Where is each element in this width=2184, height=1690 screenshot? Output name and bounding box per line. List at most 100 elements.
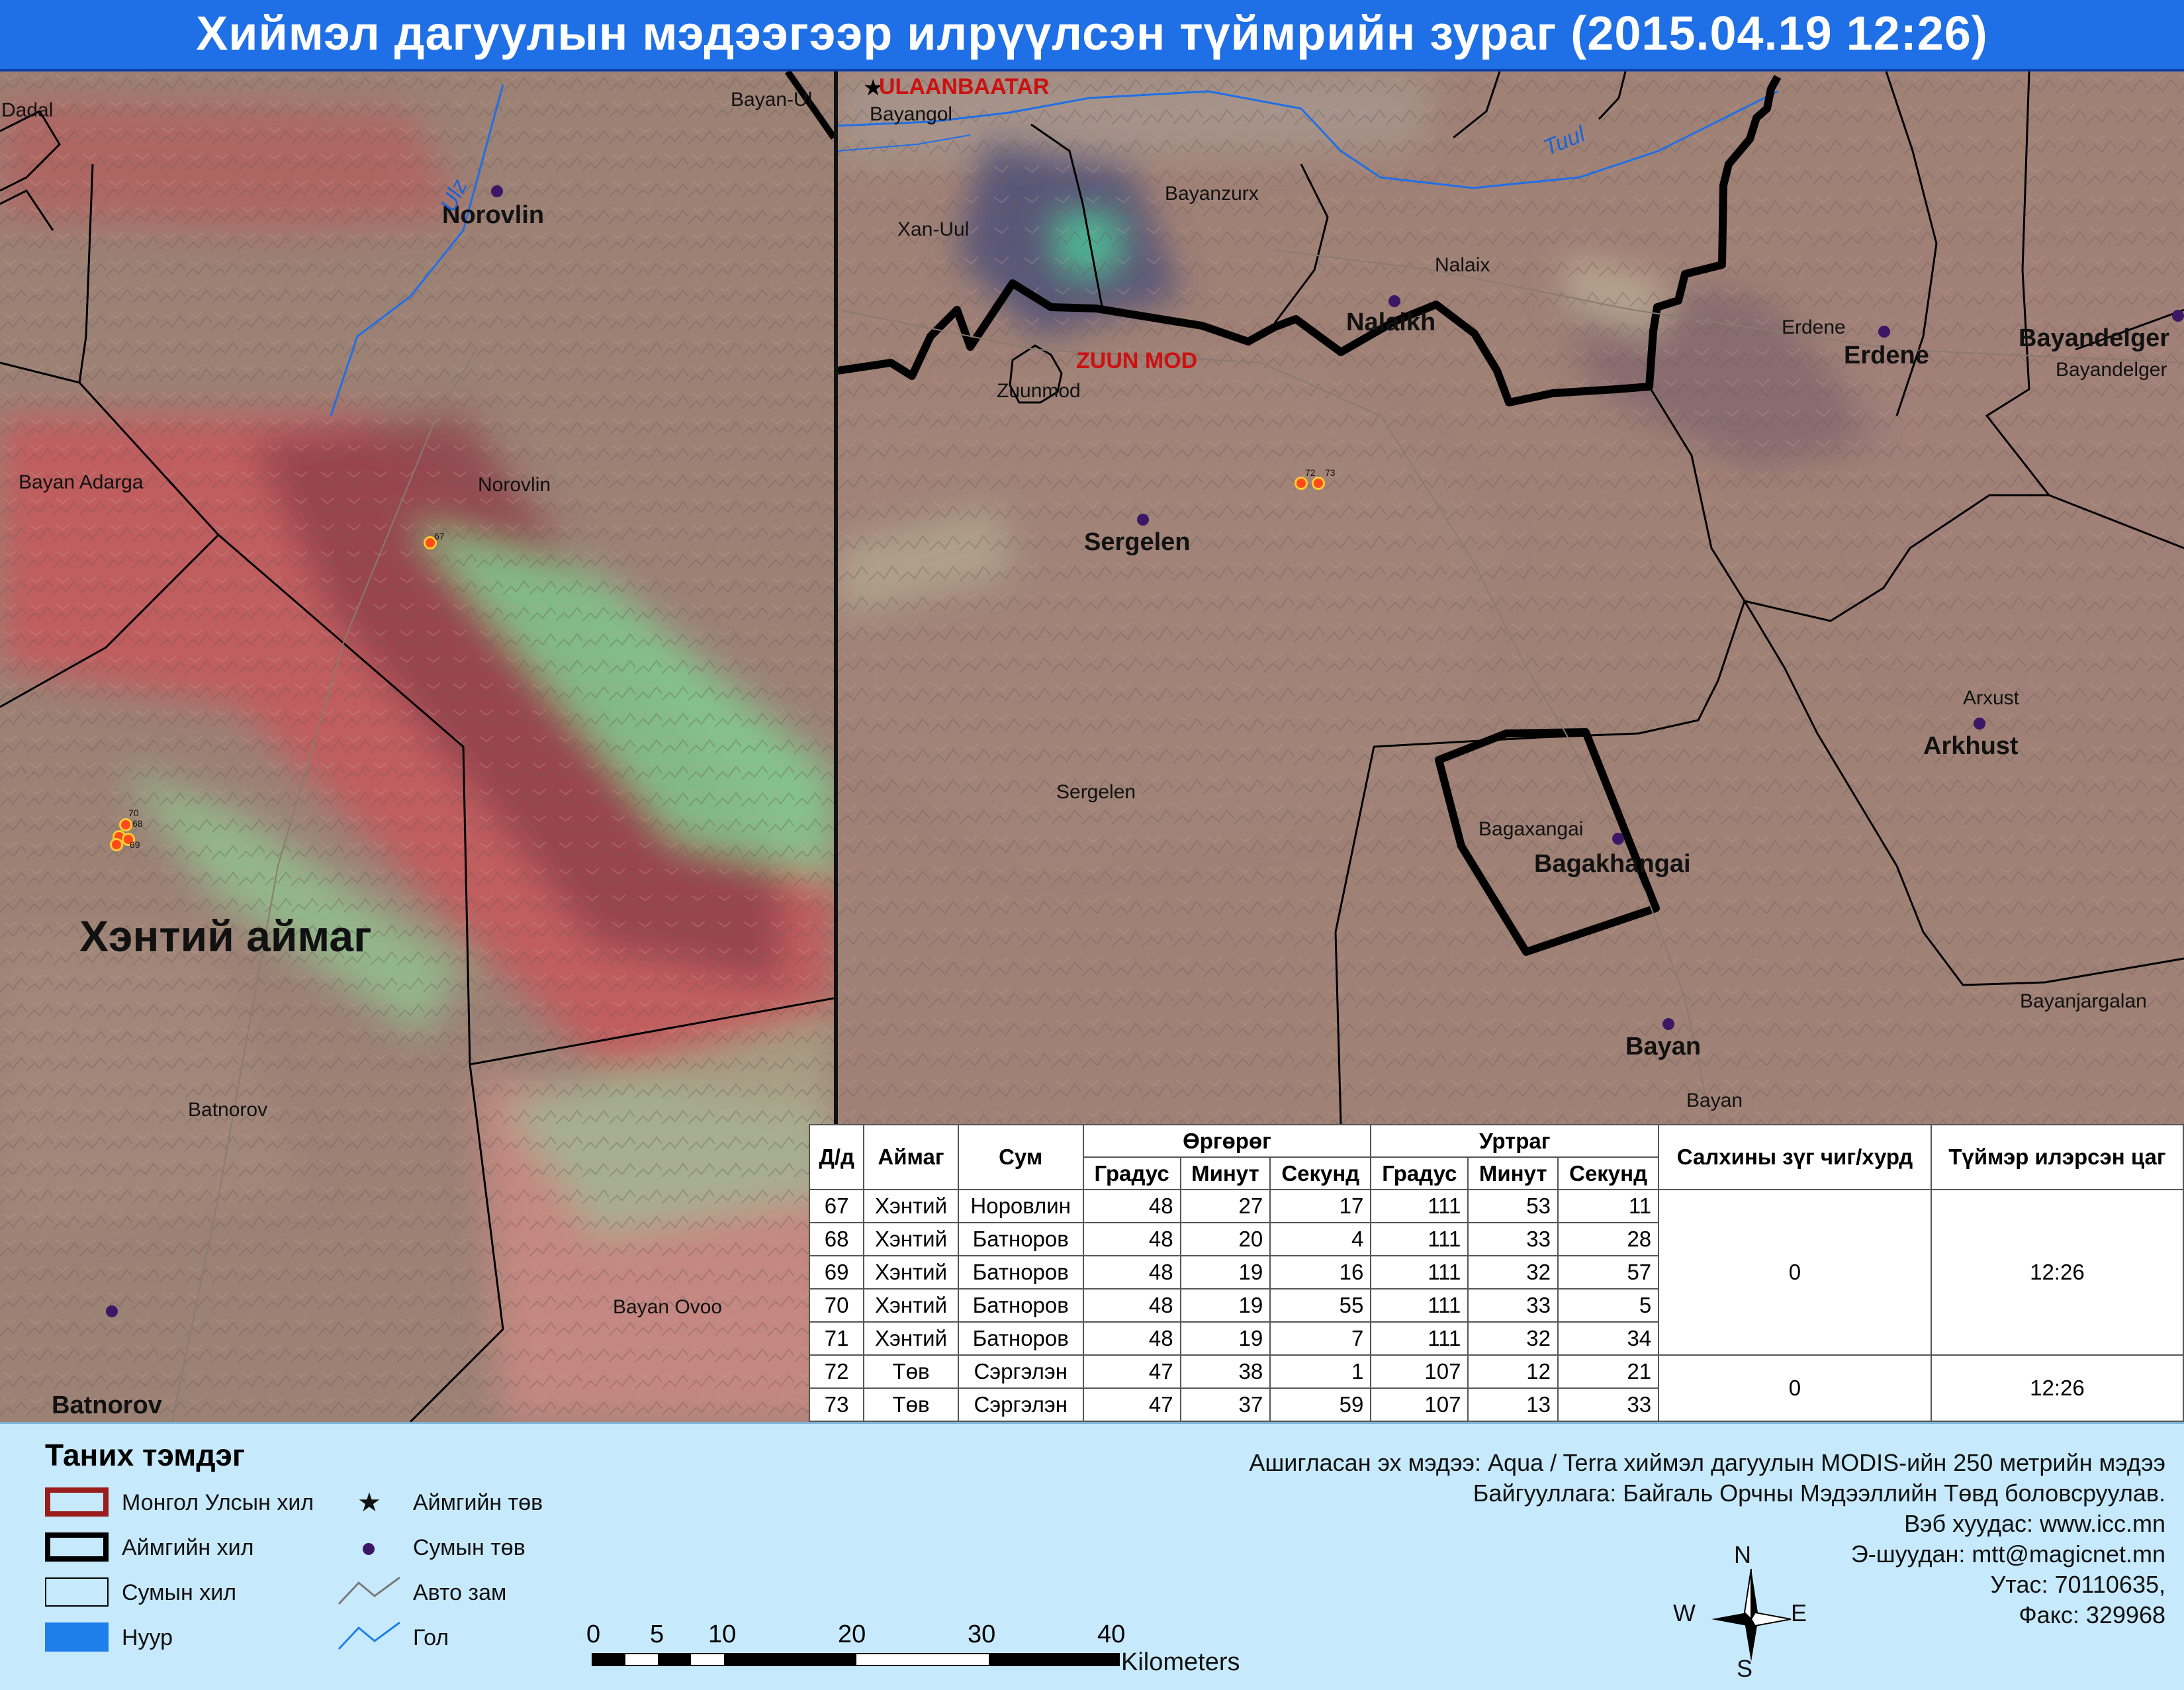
legend-label: Авто зам bbox=[413, 1580, 507, 1605]
place-label: Zuunmod bbox=[997, 380, 1081, 402]
cell-wind: 0 bbox=[1658, 1354, 1932, 1422]
left-map-panel[interactable]: Dadal Bayan-Ul Norovlin Ulz Bayan Adarga… bbox=[0, 71, 838, 1422]
cell-no: 69 bbox=[808, 1255, 865, 1290]
left-map-terrain bbox=[0, 71, 834, 1422]
legend-label: Сумын хил bbox=[122, 1580, 237, 1605]
place-label: Bayan Adarga bbox=[19, 471, 144, 493]
cell-lat-min: 19 bbox=[1179, 1288, 1271, 1323]
sum-center-dot bbox=[1878, 326, 1890, 338]
legend-label: Аймгийн төв bbox=[413, 1490, 543, 1515]
cell-lon-deg: 111 bbox=[1370, 1255, 1469, 1290]
cell-lat-sec: 1 bbox=[1269, 1354, 1372, 1389]
cell-lon-sec: 34 bbox=[1557, 1321, 1660, 1356]
sum-center-dot bbox=[2172, 310, 2184, 322]
header-no: Д/д bbox=[808, 1124, 865, 1190]
sum-center-dot bbox=[1137, 514, 1149, 526]
cell-lon-sec: 57 bbox=[1557, 1255, 1660, 1290]
cell-lon-sec: 28 bbox=[1557, 1222, 1660, 1256]
org-text: Байгууллага: Байгаль Орчны Мэдээллийн Тө… bbox=[1473, 1479, 2165, 1507]
cell-aimag: Төв bbox=[863, 1354, 959, 1389]
fire-point-icon[interactable] bbox=[1312, 477, 1325, 490]
cell-lon-deg: 107 bbox=[1370, 1354, 1469, 1389]
cell-sum: Сэргэлэн bbox=[957, 1387, 1084, 1422]
cell-lon-deg: 111 bbox=[1370, 1222, 1469, 1256]
sum-center-dot bbox=[1662, 1018, 1674, 1030]
fire-point-icon[interactable] bbox=[110, 838, 123, 851]
cell-time: 12:26 bbox=[1930, 1354, 2184, 1422]
cell-sum: Сэргэлэн bbox=[957, 1354, 1084, 1389]
cell-lat-deg: 48 bbox=[1082, 1321, 1181, 1356]
scale-tick-label: 40 bbox=[1097, 1620, 1126, 1648]
table-row: 72 Төв Сэргэлэн 47 38 1 107 12 21 0 12:2… bbox=[808, 1354, 2184, 1422]
right-map-panel[interactable]: ★ ULAANBAATAR Bayangol Tuul Xan-Uul Baya… bbox=[838, 71, 2184, 1124]
aimag-label: Хэнтий аймаг bbox=[79, 912, 372, 961]
cell-lat-min: 27 bbox=[1179, 1189, 1271, 1223]
sum-center-dot bbox=[106, 1305, 118, 1317]
cell-lat-deg: 47 bbox=[1082, 1354, 1181, 1389]
scale-tick-label: 30 bbox=[968, 1620, 996, 1648]
sum-center-label: Nalaikh bbox=[1346, 308, 1436, 336]
cell-lat-min: 37 bbox=[1179, 1387, 1271, 1422]
place-label: Norovlin bbox=[478, 474, 551, 496]
place-label: Erdene bbox=[1782, 316, 1846, 338]
header-longitude: Уртраг bbox=[1370, 1124, 1660, 1158]
cell-lat-min: 19 bbox=[1179, 1321, 1271, 1356]
header-wind: Салхины зүг чиг/хурд bbox=[1658, 1124, 1932, 1190]
cell-lon-min: 53 bbox=[1467, 1189, 1559, 1223]
header-lat-deg: Градус bbox=[1082, 1156, 1181, 1190]
sum-center-dot bbox=[1974, 718, 1985, 729]
place-label: Bayanzurx bbox=[1165, 183, 1259, 205]
cell-lon-min: 12 bbox=[1467, 1354, 1559, 1389]
aimag-center-label: ZUUN MOD bbox=[1076, 348, 1198, 373]
cell-lat-min: 20 bbox=[1179, 1222, 1271, 1256]
header-lon-deg: Градус bbox=[1370, 1156, 1469, 1190]
cell-lat-deg: 48 bbox=[1082, 1255, 1181, 1290]
sum-center-label: Erdene bbox=[1844, 342, 1929, 369]
cell-no: 71 bbox=[808, 1321, 865, 1356]
legend-title: Таних тэмдэг bbox=[45, 1438, 246, 1472]
place-label: Dadal bbox=[1, 99, 54, 121]
source-text: Ашигласан эх мэдээ: Aqua / Terra хиймэл … bbox=[1249, 1449, 2165, 1476]
sum-border-swatch bbox=[45, 1577, 109, 1607]
legend-label: Сумын төв bbox=[413, 1535, 525, 1560]
sum-center-label: Bagakhangai bbox=[1534, 850, 1691, 878]
fire-label: 72 bbox=[1305, 467, 1316, 478]
cell-lon-deg: 111 bbox=[1370, 1321, 1469, 1356]
header-lon-min: Минут bbox=[1467, 1156, 1559, 1190]
place-label: Bayan-Ul bbox=[731, 89, 813, 111]
cell-sum: Норовлин bbox=[957, 1189, 1084, 1223]
header-time: Түймэр илэрсэн цаг bbox=[1930, 1124, 2184, 1190]
fire-point-icon[interactable] bbox=[1295, 477, 1308, 490]
sum-center-dot bbox=[491, 185, 503, 197]
cell-lon-deg: 107 bbox=[1370, 1387, 1469, 1422]
lake-swatch bbox=[45, 1622, 109, 1652]
header-lat-sec: Секунд bbox=[1269, 1156, 1372, 1190]
fire-point-icon[interactable] bbox=[119, 818, 132, 831]
scale-unit-label: Kilometers bbox=[1121, 1648, 1240, 1676]
compass-s-label: S bbox=[1737, 1655, 1753, 1682]
compass-n-label: N bbox=[1734, 1541, 1751, 1568]
cell-lon-sec: 11 bbox=[1557, 1189, 1660, 1223]
legend-label: Монгол Улсын хил bbox=[122, 1490, 314, 1515]
cell-no: 68 bbox=[808, 1222, 865, 1256]
scale-tick-label: 0 bbox=[586, 1620, 601, 1648]
cell-lon-min: 33 bbox=[1467, 1288, 1559, 1323]
place-label: Bagaxangai bbox=[1479, 818, 1584, 840]
cell-sum: Батноров bbox=[957, 1321, 1084, 1356]
cell-lon-sec: 21 bbox=[1557, 1354, 1660, 1389]
country-border-swatch bbox=[45, 1487, 109, 1517]
cell-aimag: Хэнтий bbox=[863, 1288, 959, 1323]
cell-lat-deg: 48 bbox=[1082, 1189, 1181, 1223]
cell-aimag: Хэнтий bbox=[863, 1189, 959, 1223]
cell-lat-sec: 55 bbox=[1269, 1288, 1372, 1323]
scale-tick-label: 5 bbox=[650, 1620, 664, 1648]
cell-sum: Батноров bbox=[957, 1222, 1084, 1256]
cell-lat-deg: 47 bbox=[1082, 1387, 1181, 1422]
cell-lat-min: 19 bbox=[1179, 1255, 1271, 1290]
title-bar: Хиймэл дагуулын мэдээгээр илрүүлсэн түйм… bbox=[0, 0, 2184, 71]
header-lon-sec: Секунд bbox=[1557, 1156, 1660, 1190]
cell-lon-deg: 111 bbox=[1370, 1189, 1469, 1223]
cell-lat-sec: 4 bbox=[1269, 1222, 1372, 1256]
sum-center-dot-icon bbox=[363, 1543, 375, 1555]
aimag-border-swatch bbox=[45, 1532, 109, 1562]
